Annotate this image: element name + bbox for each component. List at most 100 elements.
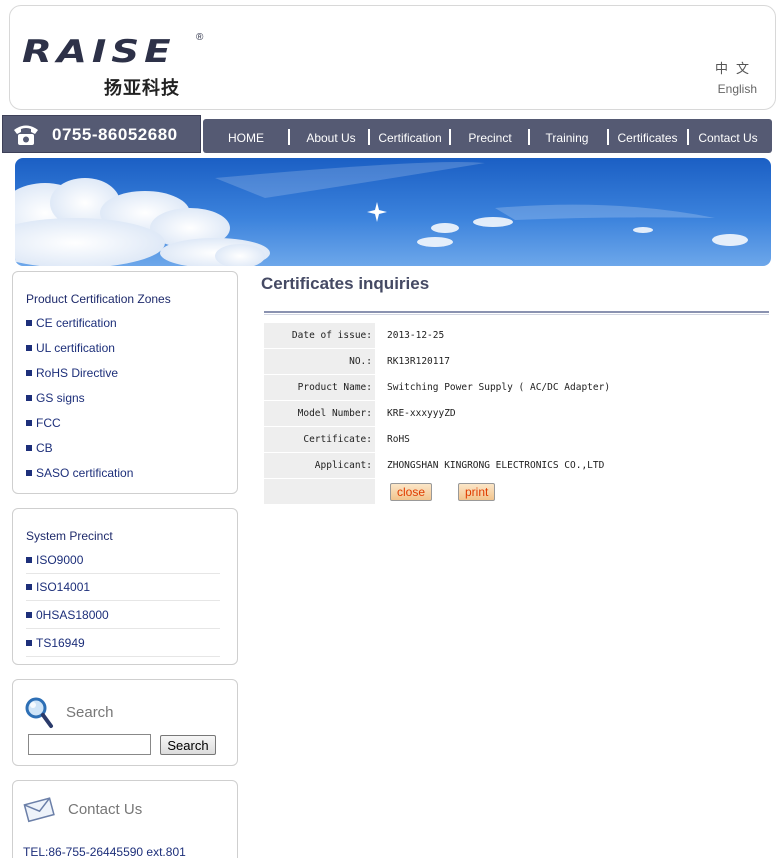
table-row: Product Name: Switching Power Supply ( A… [264, 375, 764, 400]
sidebar-item-rohs[interactable]: RoHS Directive [26, 366, 118, 380]
field-value: ZHONGSHAN KINGRONG ELECTRONICS CO.,LTD [387, 460, 605, 471]
sidebar-item-label: RoHS Directive [36, 366, 119, 380]
empty-label-cell [264, 479, 375, 504]
sidebar-item-iso9000[interactable]: ISO9000 [26, 553, 83, 567]
button-row: close print [264, 479, 764, 504]
field-value: RK13R120117 [387, 356, 450, 367]
sidebar-item-ohsas18000[interactable]: 0HSAS18000 [26, 608, 109, 622]
search-input[interactable] [28, 734, 151, 755]
sidebar-item-label: 0HSAS18000 [36, 608, 109, 622]
panel-title: Product Certification Zones [26, 292, 171, 306]
sky-banner-image [15, 158, 771, 266]
logo-wordmark: RAISE [22, 34, 176, 70]
raise-logo[interactable]: RAISE ® 扬亚科技 [22, 32, 204, 104]
field-value: KRE-xxxyyyZD [387, 408, 456, 419]
sidebar-item-label: FCC [36, 416, 61, 430]
sidebar-item-label: SASO certification [36, 466, 134, 480]
language-chinese-link[interactable]: 中文 [715, 58, 757, 77]
sidebar-item-ul[interactable]: UL certification [26, 341, 115, 355]
divider [26, 628, 220, 629]
nav-home[interactable]: HOME [221, 119, 271, 153]
search-panel: Search Search [12, 679, 238, 766]
telephone-icon [14, 125, 38, 145]
nav-separator [368, 129, 370, 145]
nav-separator [288, 129, 290, 145]
field-value: RoHS [387, 434, 410, 445]
sidebar-item-label: ISO9000 [36, 553, 84, 567]
system-precinct-panel: System Precinct ISO9000 ISO14001 0HSAS18… [12, 508, 238, 665]
title-divider-shadow [264, 314, 769, 315]
bullet-icon [26, 584, 32, 590]
bullet-icon [26, 345, 32, 351]
main-nav: HOME About Us Certification Precinct Tra… [203, 119, 772, 153]
title-divider [264, 311, 769, 313]
cloud-illustration [15, 162, 748, 266]
nav-certificates[interactable]: Certificates [615, 119, 680, 153]
sidebar-item-cb[interactable]: CB [26, 441, 53, 455]
search-title: Search [66, 704, 114, 721]
bullet-icon [26, 470, 32, 476]
sidebar-item-label: CB [36, 441, 53, 455]
field-label: Certificate: [264, 427, 375, 452]
telephone-number: TEL:86-755-26445590 ext.801 [23, 845, 186, 858]
phone-number: 0755-86052680 [52, 125, 178, 144]
registered-mark: ® [196, 32, 204, 43]
sidebar-item-label: GS signs [36, 391, 85, 405]
bullet-icon [26, 612, 32, 618]
sidebar-item-saso[interactable]: SASO certification [26, 466, 133, 480]
divider [26, 656, 220, 657]
table-row: NO.: RK13R120117 [264, 349, 764, 374]
sidebar-item-label: TS16949 [36, 636, 85, 650]
sidebar-item-label: ISO14001 [36, 580, 91, 594]
table-row: Certificate: RoHS [264, 427, 764, 452]
nav-separator [687, 129, 689, 145]
bullet-icon [26, 640, 32, 646]
bullet-icon [26, 420, 32, 426]
contact-panel: Contact Us TEL:86-755-26445590 ext.801 [12, 780, 238, 858]
nav-contact-us[interactable]: Contact Us [695, 119, 761, 153]
contact-title: Contact Us [68, 801, 143, 818]
sidebar-item-ts16949[interactable]: TS16949 [26, 636, 85, 650]
sidebar-item-iso14001[interactable]: ISO14001 [26, 580, 90, 594]
field-label: Model Number: [264, 401, 375, 426]
language-english-link[interactable]: English [718, 82, 757, 96]
sidebar-item-ce[interactable]: CE certification [26, 316, 117, 330]
sidebar-item-gs[interactable]: GS signs [26, 391, 85, 405]
nav-precinct[interactable]: Precinct [462, 119, 518, 153]
field-value: 2013-12-25 [387, 330, 445, 341]
nav-separator [607, 129, 609, 145]
logo-chinese-name: 扬亚科技 [104, 78, 180, 99]
magnifier-icon [25, 697, 53, 728]
envelope-icon [23, 797, 55, 823]
print-button[interactable]: print [458, 483, 496, 501]
field-label: Product Name: [264, 375, 375, 400]
nav-separator [528, 129, 530, 145]
nav-separator [449, 129, 451, 145]
bullet-icon [26, 395, 32, 401]
sidebar-item-fcc[interactable]: FCC [26, 416, 61, 430]
table-row: Date of issue: 2013-12-25 [264, 323, 764, 348]
nav-training[interactable]: Training [540, 119, 594, 153]
bullet-icon [26, 320, 32, 326]
divider [26, 600, 220, 601]
close-button[interactable]: close [390, 483, 433, 501]
table-row: Model Number: KRE-xxxyyyZD [264, 401, 764, 426]
field-label: Applicant: [264, 453, 375, 478]
field-label: Date of issue: [264, 323, 375, 348]
nav-about-us[interactable]: About Us [300, 119, 362, 153]
panel-title: System Precinct [26, 529, 113, 543]
phone-banner: 0755-86052680 [2, 115, 201, 153]
certification-zones-panel: Product Certification Zones CE certifica… [12, 271, 238, 494]
search-button[interactable]: Search [160, 735, 216, 755]
sidebar-item-label: CE certification [36, 316, 117, 330]
bullet-icon [26, 445, 32, 451]
field-label: NO.: [264, 349, 375, 374]
sidebar-item-label: UL certification [36, 341, 115, 355]
nav-certification[interactable]: Certification [374, 119, 446, 153]
bullet-icon [26, 370, 32, 376]
site-header: RAISE ® 扬亚科技 中文 English [9, 5, 776, 110]
divider [26, 573, 220, 574]
field-value: Switching Power Supply ( AC/DC Adapter) [387, 382, 611, 393]
page-title: Certificates inquiries [261, 274, 430, 293]
table-row: Applicant: ZHONGSHAN KINGRONG ELECTRONIC… [264, 453, 764, 478]
